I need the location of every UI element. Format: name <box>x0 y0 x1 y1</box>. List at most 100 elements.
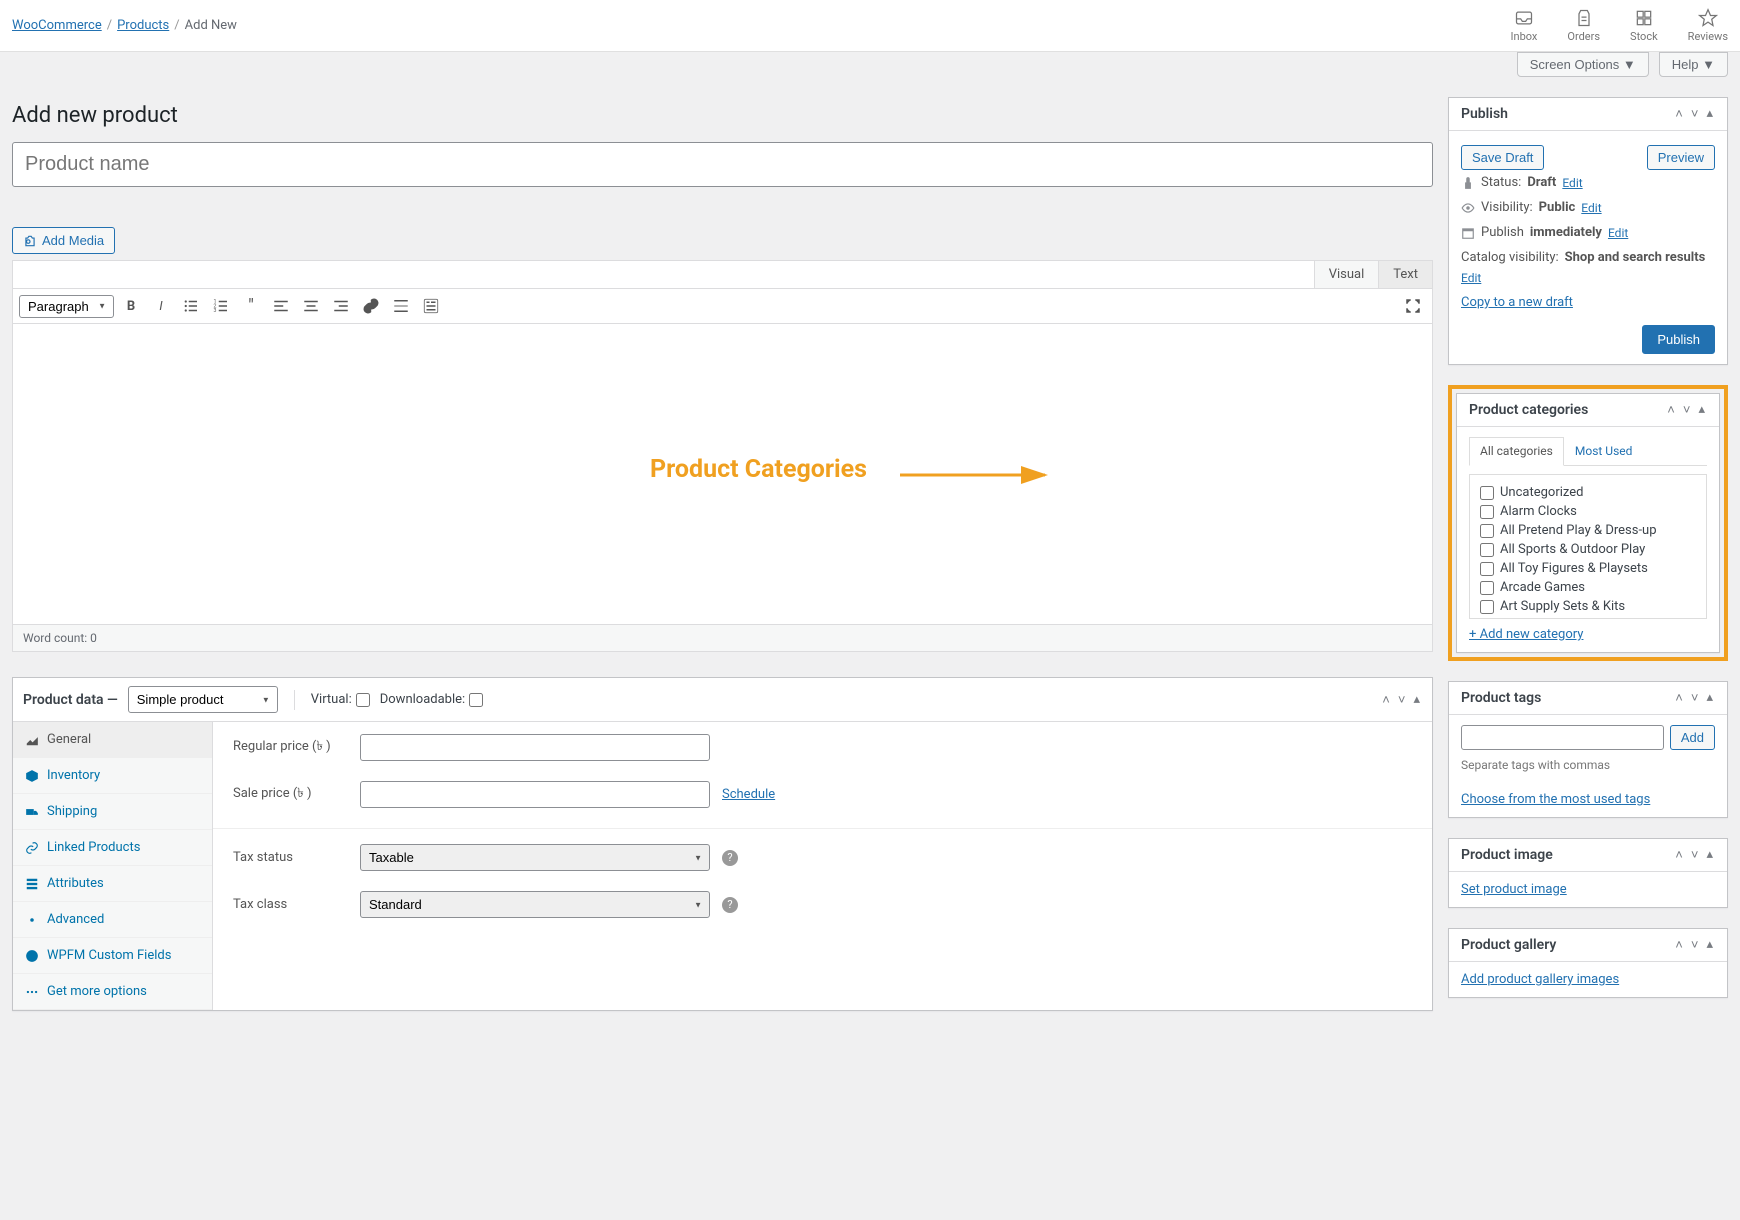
category-item[interactable]: Art Supply Sets & Kits <box>1480 597 1698 616</box>
sort-icon[interactable]: ▴ <box>1704 106 1715 122</box>
category-item[interactable]: Arcade Games <box>1480 578 1698 597</box>
category-item[interactable]: Arts & Crafts <box>1480 616 1698 619</box>
tab-most-used[interactable]: Most Used <box>1564 437 1644 465</box>
help-button[interactable]: Help ▼ <box>1659 52 1728 77</box>
add-gallery-link[interactable]: Add product gallery images <box>1461 972 1619 987</box>
chevron-down-icon[interactable]: ˅ <box>1689 690 1701 706</box>
product-data-label: Product data — <box>23 692 118 708</box>
inbox-icon[interactable]: Inbox <box>1511 8 1538 43</box>
chevron-up-icon[interactable]: ˄ <box>1673 106 1685 122</box>
sort-icon[interactable]: ▴ <box>1696 402 1707 418</box>
tab-text[interactable]: Text <box>1378 261 1432 288</box>
add-tag-button[interactable]: Add <box>1670 725 1715 750</box>
edit-visibility-link[interactable]: Edit <box>1581 201 1601 215</box>
tab-visual[interactable]: Visual <box>1314 261 1379 288</box>
sale-price-label: Sale price (৳ ) <box>233 784 348 805</box>
save-draft-button[interactable]: Save Draft <box>1461 145 1544 170</box>
tab-attributes[interactable]: Attributes <box>13 866 212 902</box>
format-select[interactable]: Paragraph <box>19 295 114 318</box>
regular-price-input[interactable] <box>360 734 710 761</box>
publish-button[interactable]: Publish <box>1642 325 1715 354</box>
preview-button[interactable]: Preview <box>1647 145 1715 170</box>
breadcrumb-woo[interactable]: WooCommerce <box>12 18 102 33</box>
chevron-down-icon[interactable]: ˅ <box>1689 937 1701 953</box>
help-icon[interactable]: ? <box>722 897 738 913</box>
chevron-up-icon[interactable]: ˄ <box>1380 692 1392 708</box>
product-name-input[interactable] <box>12 142 1433 187</box>
stock-icon[interactable]: Stock <box>1630 8 1658 43</box>
sort-icon[interactable]: ▴ <box>1411 692 1422 708</box>
chevron-up-icon[interactable]: ˄ <box>1665 402 1677 418</box>
chevron-down-icon[interactable]: ˅ <box>1689 106 1701 122</box>
align-right-icon[interactable] <box>328 293 354 319</box>
chevron-up-icon[interactable]: ˄ <box>1673 937 1685 953</box>
chevron-up-icon[interactable]: ˄ <box>1673 690 1685 706</box>
regular-price-label: Regular price (৳ ) <box>233 737 348 758</box>
help-icon[interactable]: ? <box>722 850 738 866</box>
choose-tags-link[interactable]: Choose from the most used tags <box>1461 792 1650 807</box>
tab-shipping[interactable]: Shipping <box>13 794 212 830</box>
tax-class-select[interactable]: Standard <box>360 891 710 918</box>
chevron-down-icon[interactable]: ˅ <box>1681 402 1693 418</box>
fullscreen-icon[interactable] <box>1400 293 1426 319</box>
sort-icon[interactable]: ▴ <box>1704 937 1715 953</box>
toolbar-toggle-icon[interactable] <box>418 293 444 319</box>
tab-inventory[interactable]: Inventory <box>13 758 212 794</box>
number-list-icon[interactable]: 123 <box>208 293 234 319</box>
editor-textarea[interactable] <box>13 324 1432 624</box>
gallery-title: Product gallery <box>1461 937 1556 953</box>
categories-title: Product categories <box>1469 402 1588 418</box>
svg-text:3: 3 <box>214 308 217 314</box>
category-item[interactable]: Alarm Clocks <box>1480 502 1698 521</box>
tags-hint: Separate tags with commas <box>1461 758 1715 772</box>
tab-wpfm[interactable]: WPFM Custom Fields <box>13 938 212 974</box>
category-item[interactable]: All Toy Figures & Playsets <box>1480 559 1698 578</box>
page-title: Add new product <box>12 103 1433 128</box>
chevron-down-icon[interactable]: ˅ <box>1396 692 1408 708</box>
add-category-link[interactable]: + Add new category <box>1469 627 1583 642</box>
tab-advanced[interactable]: Advanced <box>13 902 212 938</box>
word-count: Word count: 0 <box>13 624 1432 651</box>
align-center-icon[interactable] <box>298 293 324 319</box>
chevron-up-icon[interactable]: ˄ <box>1673 847 1685 863</box>
screen-options-button[interactable]: Screen Options ▼ <box>1517 52 1649 77</box>
italic-icon[interactable]: I <box>148 293 174 319</box>
downloadable-checkbox[interactable] <box>469 693 483 707</box>
edit-publish-link[interactable]: Edit <box>1608 226 1628 240</box>
reviews-icon[interactable]: Reviews <box>1688 8 1728 43</box>
category-item[interactable]: Uncategorized <box>1480 483 1698 502</box>
edit-status-link[interactable]: Edit <box>1562 176 1582 190</box>
orders-icon[interactable]: Orders <box>1567 8 1600 43</box>
sale-price-input[interactable] <box>360 781 710 808</box>
breadcrumb: WooCommerce/Products/Add New <box>12 18 237 33</box>
breadcrumb-current: Add New <box>185 18 237 33</box>
tags-input[interactable] <box>1461 725 1664 750</box>
schedule-link[interactable]: Schedule <box>722 787 775 802</box>
link-icon[interactable] <box>358 293 384 319</box>
category-list[interactable]: Uncategorized Alarm Clocks All Pretend P… <box>1469 474 1707 619</box>
add-media-button[interactable]: Add Media <box>12 227 115 254</box>
virtual-checkbox[interactable] <box>356 693 370 707</box>
virtual-checkbox-label[interactable]: Virtual: <box>311 692 370 707</box>
bullet-list-icon[interactable] <box>178 293 204 319</box>
category-item[interactable]: All Pretend Play & Dress-up <box>1480 521 1698 540</box>
product-type-select[interactable]: Simple product <box>128 686 278 713</box>
sort-icon[interactable]: ▴ <box>1704 847 1715 863</box>
tax-status-select[interactable]: Taxable <box>360 844 710 871</box>
tab-more[interactable]: Get more options <box>13 974 212 1010</box>
tab-linked[interactable]: Linked Products <box>13 830 212 866</box>
tab-general[interactable]: General <box>13 722 212 758</box>
sort-icon[interactable]: ▴ <box>1704 690 1715 706</box>
bold-icon[interactable]: B <box>118 293 144 319</box>
insert-more-icon[interactable] <box>388 293 414 319</box>
breadcrumb-products[interactable]: Products <box>117 18 169 33</box>
chevron-down-icon[interactable]: ˅ <box>1689 847 1701 863</box>
align-left-icon[interactable] <box>268 293 294 319</box>
edit-catalog-link[interactable]: Edit <box>1461 271 1481 285</box>
downloadable-checkbox-label[interactable]: Downloadable: <box>380 692 483 707</box>
quote-icon[interactable]: " <box>238 293 264 319</box>
category-item[interactable]: All Sports & Outdoor Play <box>1480 540 1698 559</box>
copy-draft-link[interactable]: Copy to a new draft <box>1461 295 1573 310</box>
tab-all-categories[interactable]: All categories <box>1469 437 1564 466</box>
set-image-link[interactable]: Set product image <box>1461 882 1567 897</box>
